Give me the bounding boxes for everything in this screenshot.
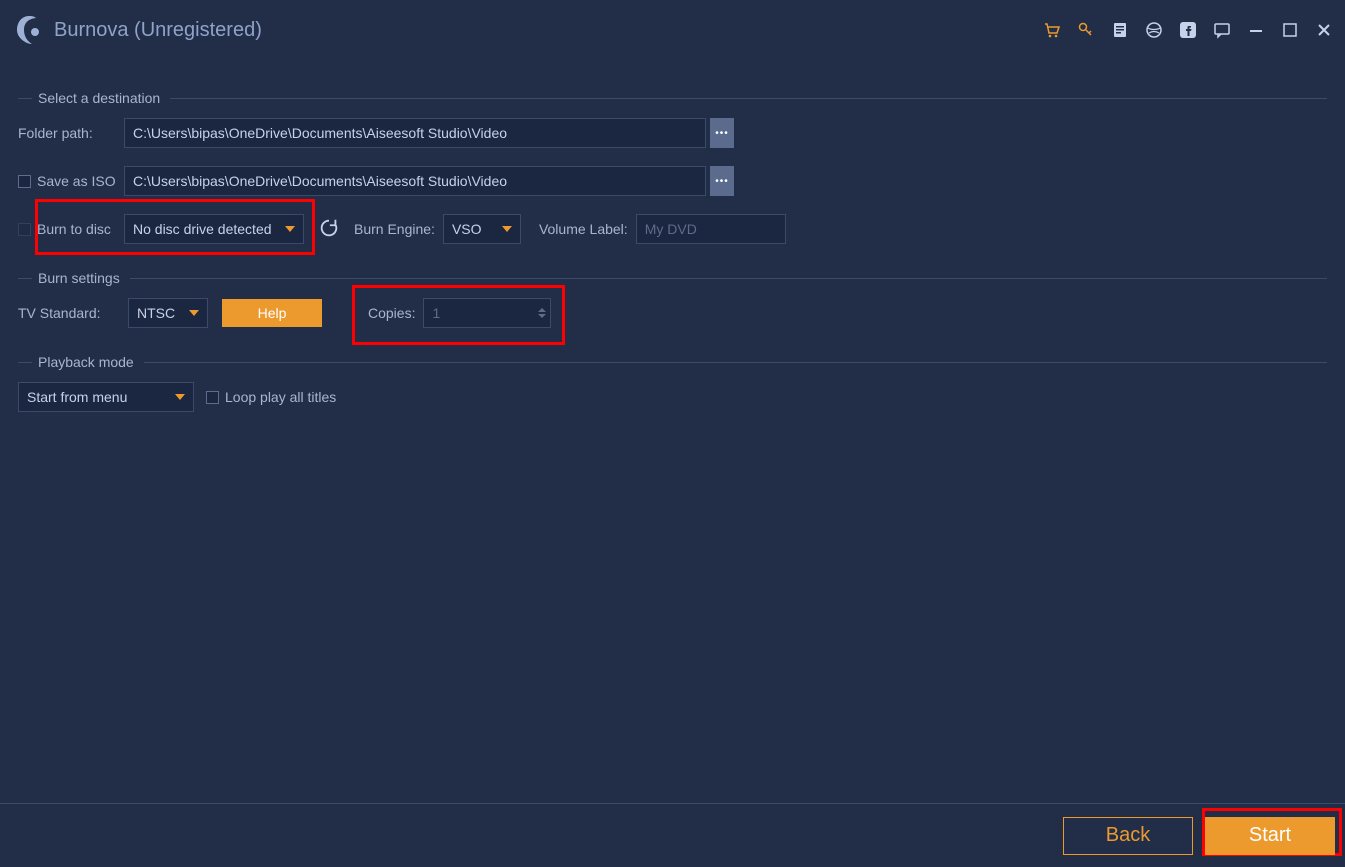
label-folder-path: Folder path: <box>18 125 118 141</box>
row-burn-disc: Burn to disc No disc drive detected Burn… <box>18 214 1327 244</box>
section-title-playback: Playback mode <box>38 354 134 370</box>
row-playback: Start from menu Loop play all titles <box>18 382 1327 412</box>
loop-play-checkbox[interactable] <box>206 391 219 404</box>
chat-icon[interactable] <box>1213 21 1231 39</box>
content-area: Select a destination Folder path: ••• Sa… <box>0 90 1345 412</box>
start-button[interactable]: Start <box>1205 817 1335 855</box>
label-copies: Copies: <box>368 305 415 321</box>
section-header-destination: Select a destination <box>18 90 1327 106</box>
titlebar: Burnova (Unregistered) <box>0 0 1345 60</box>
document-icon[interactable] <box>1111 21 1129 39</box>
facebook-icon[interactable] <box>1179 21 1197 39</box>
titlebar-icons <box>1043 21 1333 39</box>
disc-drive-text: No disc drive detected <box>133 221 272 237</box>
label-tv-standard: TV Standard: <box>18 305 122 321</box>
minimize-icon[interactable] <box>1247 21 1265 39</box>
section-header-burn: Burn settings <box>18 270 1327 286</box>
refresh-icon[interactable] <box>318 217 340 242</box>
playback-mode-value: Start from menu <box>27 389 127 405</box>
section-title-destination: Select a destination <box>38 90 160 106</box>
label-save-iso: Save as ISO <box>37 173 116 189</box>
row-folder-path: Folder path: ••• <box>18 118 1327 148</box>
browse-iso-button[interactable]: ••• <box>710 166 734 196</box>
folder-path-input[interactable] <box>124 118 706 148</box>
cart-icon[interactable] <box>1043 21 1061 39</box>
footer-bar: Back Start <box>0 803 1345 867</box>
volume-label-input[interactable] <box>636 214 786 244</box>
tv-standard-select[interactable]: NTSC <box>128 298 208 328</box>
app-title: Burnova (Unregistered) <box>54 19 262 42</box>
maximize-icon[interactable] <box>1281 21 1299 39</box>
row-save-iso: Save as ISO ••• <box>18 166 1327 196</box>
label-burn-engine: Burn Engine: <box>354 221 435 237</box>
disc-drive-select[interactable]: No disc drive detected <box>124 214 304 244</box>
label-volume: Volume Label: <box>539 221 628 237</box>
globe-icon[interactable] <box>1145 21 1163 39</box>
section-title-burn: Burn settings <box>38 270 120 286</box>
copies-input[interactable]: 1 <box>423 298 551 328</box>
browse-folder-button[interactable]: ••• <box>710 118 734 148</box>
close-icon[interactable] <box>1315 21 1333 39</box>
back-button[interactable]: Back <box>1063 817 1193 855</box>
iso-path-input[interactable] <box>124 166 706 196</box>
copies-spinner[interactable] <box>538 308 546 318</box>
burn-engine-select[interactable]: VSO <box>443 214 521 244</box>
burn-disc-checkbox[interactable] <box>18 223 31 236</box>
label-loop-play: Loop play all titles <box>225 389 336 405</box>
playback-mode-select[interactable]: Start from menu <box>18 382 194 412</box>
app-logo-icon <box>12 13 46 47</box>
tv-standard-value: NTSC <box>137 305 175 321</box>
burn-engine-value: VSO <box>452 221 482 237</box>
help-button[interactable]: Help <box>222 299 322 327</box>
key-icon[interactable] <box>1077 21 1095 39</box>
label-burn-disc: Burn to disc <box>37 221 111 237</box>
save-iso-checkbox[interactable] <box>18 175 31 188</box>
row-burn-settings: TV Standard: NTSC Help Copies: 1 <box>18 298 1327 328</box>
section-header-playback: Playback mode <box>18 354 1327 370</box>
copies-value: 1 <box>432 305 440 321</box>
